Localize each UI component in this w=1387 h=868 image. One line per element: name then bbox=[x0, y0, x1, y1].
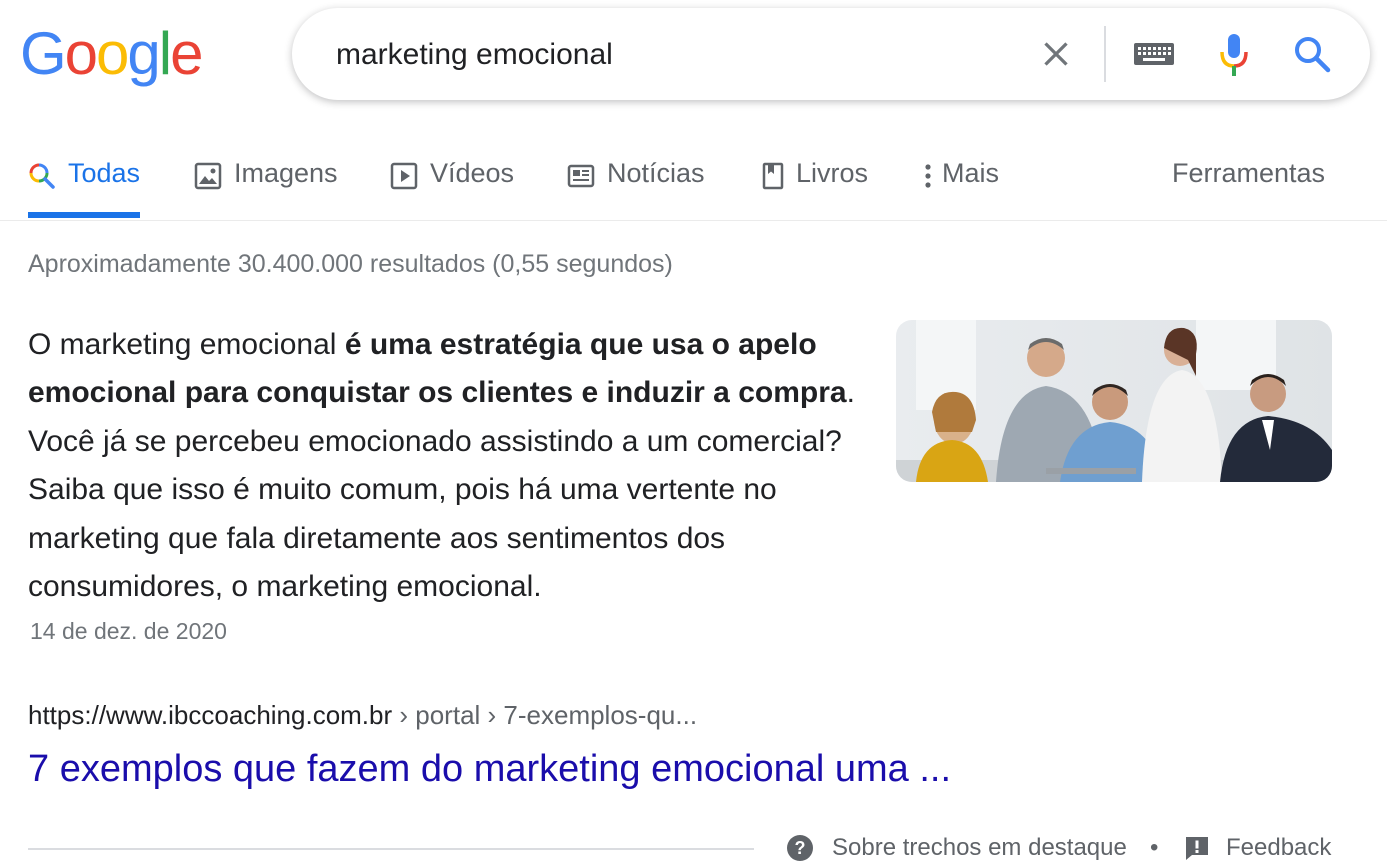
search-divider bbox=[1104, 26, 1106, 82]
news-icon bbox=[567, 162, 595, 197]
search-input[interactable] bbox=[334, 36, 1018, 74]
tab-label: Vídeos bbox=[430, 158, 515, 188]
tab-videos[interactable]: Vídeos bbox=[390, 158, 514, 210]
snippet-text-pre: O marketing emocional bbox=[28, 328, 345, 361]
logo-letter: o bbox=[96, 20, 129, 87]
image-icon bbox=[194, 162, 222, 197]
logo-letter: l bbox=[158, 20, 172, 87]
logo-letter: e bbox=[170, 20, 203, 87]
tools-label: Ferramentas bbox=[1172, 158, 1326, 188]
snippet-thumbnail[interactable] bbox=[896, 320, 1332, 482]
tab-label: Livros bbox=[796, 158, 869, 188]
tab-noticias[interactable]: Notícias bbox=[567, 158, 705, 210]
tab-label: Todas bbox=[68, 158, 141, 188]
tab-label: Mais bbox=[942, 158, 1000, 188]
footer-divider bbox=[28, 848, 754, 850]
tab-mais[interactable]: Mais bbox=[924, 158, 999, 210]
tab-label: Notícias bbox=[607, 158, 705, 188]
result-url[interactable]: https://www.ibccoaching.com.br › portal … bbox=[28, 700, 697, 731]
snippet-text-post: . Você já se percebeu emocionado assisti… bbox=[28, 376, 855, 604]
footer-separator: • bbox=[1150, 834, 1159, 861]
featured-snippet-text: O marketing emocional é uma estratégia q… bbox=[28, 321, 868, 611]
svg-text:?: ? bbox=[795, 838, 806, 858]
help-circle-icon: ? bbox=[786, 834, 814, 862]
url-host: https://www.ibccoaching.com.br bbox=[28, 700, 393, 730]
result-title-link[interactable]: 7 exemplos que fazem do marketing emocio… bbox=[28, 748, 951, 791]
keyboard-icon[interactable] bbox=[1132, 38, 1176, 75]
feedback-label: Feedback bbox=[1226, 834, 1332, 861]
tab-imagens[interactable]: Imagens bbox=[194, 158, 338, 210]
tools-button[interactable]: Ferramentas bbox=[1172, 158, 1325, 210]
tab-todas[interactable]: Todas bbox=[28, 158, 141, 218]
search-tabs: Todas Imagens Vídeos Notícias Livros Mai… bbox=[0, 150, 1387, 221]
feedback-icon bbox=[1184, 835, 1210, 861]
logo-letter: g bbox=[127, 20, 160, 87]
url-breadcrumb: › portal › 7-exemplos-qu... bbox=[392, 700, 698, 730]
about-label: Sobre trechos em destaque bbox=[832, 834, 1127, 861]
logo-letter: o bbox=[64, 20, 98, 87]
search-bar bbox=[292, 8, 1370, 100]
feedback-button[interactable]: Feedback bbox=[1184, 830, 1331, 866]
tab-livros[interactable]: Livros bbox=[762, 158, 868, 210]
about-featured-snippets[interactable]: ? Sobre trechos em destaque bbox=[786, 830, 1127, 866]
search-submit-icon[interactable] bbox=[1292, 34, 1332, 79]
results-count: Aproximadamente 30.400.000 resultados (0… bbox=[28, 250, 673, 278]
search-icon bbox=[28, 162, 56, 197]
tab-label: Imagens bbox=[234, 158, 338, 188]
more-vert-icon bbox=[924, 162, 932, 197]
close-icon[interactable] bbox=[1038, 36, 1074, 77]
logo-letter: G bbox=[20, 20, 67, 87]
google-logo[interactable]: Google bbox=[20, 24, 204, 84]
play-icon bbox=[390, 162, 418, 197]
microphone-icon[interactable] bbox=[1217, 32, 1251, 83]
snippet-date: 14 de dez. de 2020 bbox=[30, 618, 227, 644]
book-icon bbox=[762, 162, 784, 197]
